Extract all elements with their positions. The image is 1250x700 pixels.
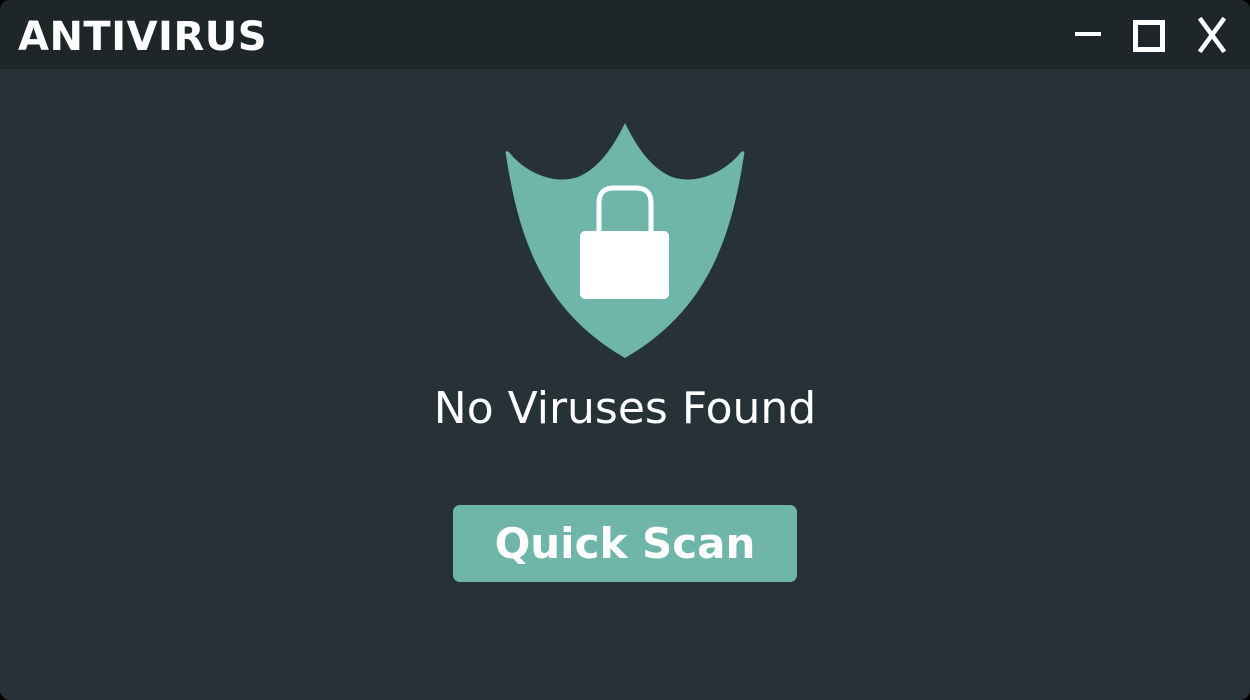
antivirus-window: ANTIVIRUS No Viruses Found Quick Scan xyxy=(0,0,1250,700)
minimize-button[interactable] xyxy=(1064,12,1112,58)
app-title: ANTIVIRUS xyxy=(18,14,268,60)
quick-scan-button[interactable]: Quick Scan xyxy=(453,505,797,582)
minimize-icon xyxy=(1075,32,1101,36)
maximize-icon xyxy=(1133,20,1165,52)
lock-body xyxy=(580,231,669,299)
title-bar[interactable]: ANTIVIRUS xyxy=(0,0,1250,69)
scan-status-text: No Viruses Found xyxy=(433,383,817,434)
close-button[interactable] xyxy=(1188,12,1236,58)
maximize-button[interactable] xyxy=(1125,12,1173,58)
close-icon xyxy=(1197,16,1227,54)
shield-lock-icon xyxy=(505,123,745,358)
